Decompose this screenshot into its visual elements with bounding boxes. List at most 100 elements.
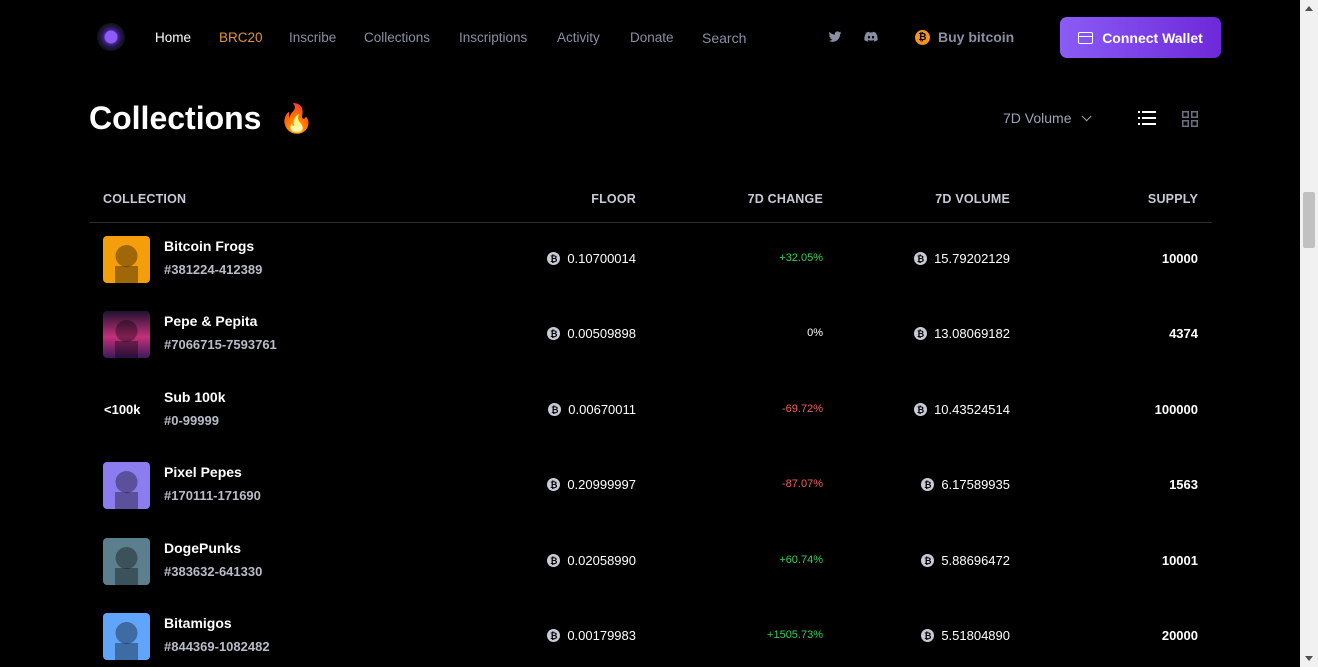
- col-header-supply[interactable]: SUPPLY: [1148, 192, 1198, 206]
- collection-range: #0-99999: [164, 413, 219, 428]
- col-header-collection[interactable]: COLLECTION: [103, 192, 186, 206]
- bitcoin-icon: ₿: [547, 554, 561, 567]
- volume-cell: ₿ 5.88696472: [921, 553, 1010, 568]
- bitcoin-icon: ₿: [914, 403, 928, 416]
- sort-dropdown-label: 7D Volume: [1003, 110, 1072, 126]
- supply-value: 20000: [1161, 628, 1198, 643]
- nav-brc20[interactable]: BRC20: [219, 30, 263, 45]
- bitcoin-icon: ₿: [914, 252, 928, 265]
- floor-value: 0.20999997: [567, 477, 636, 492]
- collection-thumbnail: [103, 538, 150, 585]
- buy-bitcoin-label: Buy bitcoin: [938, 29, 1015, 45]
- volume-value: 6.17589935: [941, 477, 1010, 492]
- twitter-icon[interactable]: [828, 30, 842, 44]
- scroll-down-arrow[interactable]: [1305, 656, 1313, 661]
- grid-view-icon[interactable]: [1182, 111, 1198, 127]
- nav-donate[interactable]: Donate: [630, 30, 674, 45]
- wallet-icon: [1078, 31, 1094, 44]
- floor-value: 0.00179983: [567, 628, 636, 643]
- col-header-volume[interactable]: 7D VOLUME: [935, 192, 1010, 206]
- volume-value: 5.51804890: [941, 628, 1010, 643]
- supply-value: 100000: [1154, 402, 1198, 417]
- collection-thumbnail: <100k: [103, 387, 150, 434]
- bitcoin-icon: ₿: [547, 629, 561, 642]
- floor-cell: ₿ 0.00670011: [548, 402, 636, 417]
- floor-value: 0.10700014: [567, 251, 636, 266]
- scroll-thumb[interactable]: [1303, 192, 1315, 248]
- bitcoin-icon: ₿: [921, 554, 935, 567]
- list-view-icon[interactable]: [1138, 111, 1156, 125]
- change-value: +32.05%: [779, 252, 823, 264]
- collection-name[interactable]: Bitamigos: [164, 615, 232, 631]
- change-value: 0%: [807, 327, 823, 339]
- collection-name[interactable]: Bitcoin Frogs: [164, 238, 254, 254]
- thumbnail-label: <100k: [104, 402, 141, 417]
- nav-inscribe[interactable]: Inscribe: [289, 30, 336, 45]
- sort-dropdown[interactable]: 7D Volume: [1003, 110, 1093, 126]
- floor-value: 0.00670011: [568, 402, 636, 417]
- change-value: -87.07%: [782, 478, 823, 490]
- col-header-change[interactable]: 7D CHANGE: [748, 192, 823, 206]
- nav-activity[interactable]: Activity: [557, 30, 600, 45]
- search-link[interactable]: Search: [702, 30, 746, 46]
- fire-icon: 🔥: [279, 103, 314, 134]
- volume-cell: ₿ 5.51804890: [921, 628, 1010, 643]
- nav-inscriptions[interactable]: Inscriptions: [459, 30, 527, 45]
- change-value: +1505.73%: [767, 629, 823, 641]
- nav-home[interactable]: Home: [155, 30, 191, 45]
- chevron-down-icon: [1082, 110, 1093, 121]
- collection-name[interactable]: Sub 100k: [164, 389, 225, 405]
- bitcoin-icon: ₿: [548, 403, 562, 416]
- buy-bitcoin-link[interactable]: ₿ Buy bitcoin: [915, 29, 1014, 45]
- connect-wallet-button[interactable]: Connect Wallet: [1060, 17, 1221, 58]
- volume-cell: ₿ 13.08069182: [914, 326, 1010, 341]
- collection-range: #844369-1082482: [164, 639, 270, 654]
- table-row[interactable]: Bitcoin Frogs #381224-412389 ₿ 0.10700014 +3…: [89, 223, 1212, 298]
- bitcoin-icon: ₿: [915, 29, 930, 45]
- connect-wallet-label: Connect Wallet: [1102, 29, 1203, 46]
- volume-cell: ₿ 10.43524514: [914, 402, 1010, 417]
- floor-cell: ₿ 0.10700014: [547, 251, 636, 266]
- collection-name[interactable]: Pepe & Pepita: [164, 313, 257, 329]
- volume-value: 15.79202129: [934, 251, 1010, 266]
- table-row[interactable]: <100k Sub 100k #0-99999 ₿ 0.00670011 -69.72% ₿…: [89, 374, 1212, 449]
- collection-thumbnail: [103, 236, 150, 283]
- collection-name[interactable]: DogePunks: [164, 540, 241, 556]
- change-value: -69.72%: [782, 403, 823, 415]
- page-title: Collections: [89, 100, 262, 136]
- floor-cell: ₿ 0.20999997: [547, 477, 636, 492]
- supply-value: 10000: [1161, 251, 1198, 266]
- floor-cell: ₿ 0.00179983: [547, 628, 636, 643]
- nav-collections[interactable]: Collections: [364, 30, 430, 45]
- supply-value: 10001: [1161, 553, 1198, 568]
- scrollbar[interactable]: [1300, 0, 1318, 667]
- scroll-up-arrow[interactable]: [1305, 6, 1313, 11]
- table-row[interactable]: DogePunks #383632-641330 ₿ 0.02058990 +60.74…: [89, 525, 1212, 600]
- volume-cell: ₿ 6.17589935: [921, 477, 1010, 492]
- volume-value: 13.08069182: [934, 326, 1010, 341]
- top-nav: Home BRC20 Inscribe Collections Inscript…: [0, 0, 1300, 75]
- bitcoin-icon: ₿: [547, 478, 561, 491]
- collection-thumbnail: [103, 613, 150, 660]
- collection-range: #381224-412389: [164, 262, 263, 277]
- floor-cell: ₿ 0.00509898: [547, 326, 636, 341]
- col-header-floor[interactable]: FLOOR: [591, 192, 636, 206]
- volume-cell: ₿ 15.79202129: [914, 251, 1010, 266]
- supply-value: 1563: [1169, 477, 1198, 492]
- discord-icon[interactable]: [863, 30, 879, 44]
- bitcoin-icon: ₿: [547, 327, 561, 340]
- collection-range: #170111-171690: [164, 488, 261, 503]
- change-value: +60.74%: [779, 554, 823, 566]
- bitcoin-icon: ₿: [914, 327, 928, 340]
- bitcoin-icon: ₿: [921, 629, 935, 642]
- collection-thumbnail: [103, 462, 150, 509]
- logo[interactable]: [97, 23, 125, 51]
- collection-range: #7066715-7593761: [164, 337, 277, 352]
- table-row[interactable]: Pepe & Pepita #7066715-7593761 ₿ 0.00509898…: [89, 298, 1212, 373]
- collection-range: #383632-641330: [164, 564, 263, 579]
- table-row[interactable]: Pixel Pepes #170111-171690 ₿ 0.20999997 -87.…: [89, 449, 1212, 524]
- collection-name[interactable]: Pixel Pepes: [164, 464, 242, 480]
- table-row[interactable]: Bitamigos #844369-1082482 ₿ 0.00179983 +1505…: [89, 600, 1212, 667]
- supply-value: 4374: [1169, 326, 1198, 341]
- volume-value: 5.88696472: [941, 553, 1010, 568]
